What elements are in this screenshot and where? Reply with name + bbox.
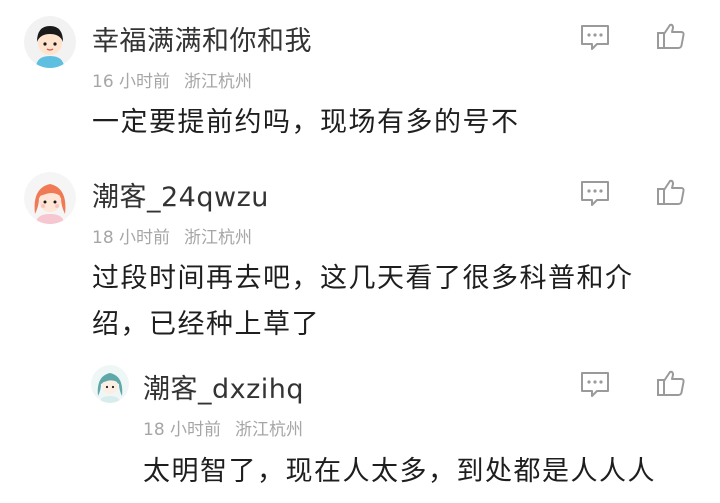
comment-username[interactable]: 幸福满满和你和我 — [92, 19, 312, 58]
girl-teal-avatar-icon[interactable] — [91, 365, 129, 403]
thumbs-up-icon[interactable] — [655, 177, 687, 207]
comment-location: 浙江杭州 — [184, 228, 253, 248]
boy-avatar-icon[interactable] — [24, 16, 76, 68]
comment-meta: 16 小时前 浙江杭州 — [92, 67, 252, 92]
comment-time: 16 小时前 — [92, 72, 171, 92]
comment-meta: 18 小时前 浙江杭州 — [92, 223, 252, 248]
reply-username[interactable]: 潮客_dxzihq — [143, 367, 304, 406]
comment-icon[interactable] — [579, 179, 611, 209]
comment-icon[interactable] — [579, 370, 611, 400]
reply-time: 18 小时前 — [143, 420, 222, 440]
comment-location: 浙江杭州 — [184, 72, 253, 92]
girl-avatar-icon[interactable] — [24, 172, 76, 224]
comment-text[interactable]: 过段时间再去吧，这几天看了很多科普和介绍，已经种上草了 — [92, 256, 682, 348]
comment-time: 18 小时前 — [92, 228, 171, 248]
comment-username[interactable]: 潮客_24qwzu — [92, 175, 269, 214]
thumbs-up-icon[interactable] — [655, 368, 687, 398]
reply-location: 浙江杭州 — [235, 420, 304, 440]
comment-text[interactable]: 一定要提前约吗，现场有多的号不 — [92, 100, 692, 146]
comment-icon[interactable] — [579, 23, 611, 53]
reply-text[interactable]: 太明智了，现在人太多，到处都是人人人 — [143, 449, 703, 495]
thumbs-up-icon[interactable] — [655, 21, 687, 51]
reply-meta: 18 小时前 浙江杭州 — [143, 415, 303, 440]
